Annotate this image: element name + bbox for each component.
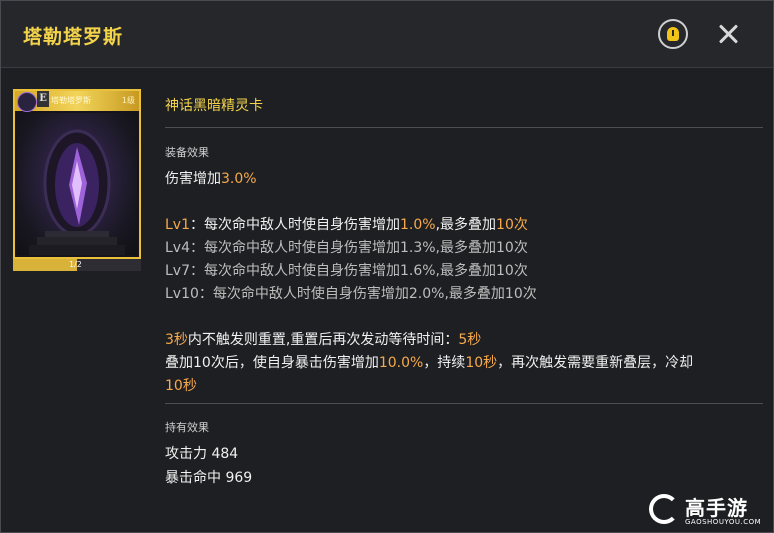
reset-rule: 3秒内不触发则重置,重置后再次发动等待时间：5秒	[165, 329, 481, 349]
card-name: 塔勒塔罗斯	[51, 96, 91, 105]
stack-value: 10.0%	[378, 355, 424, 371]
stack-duration: 10秒	[465, 355, 498, 371]
card-frame: E 塔勒塔罗斯 1级	[13, 89, 141, 259]
lightbulb-hint-icon	[667, 27, 679, 41]
stack-text-b: ，持续	[423, 355, 466, 371]
lv1-text-a: ：每次命中敌人时使自身伤害增加	[190, 217, 400, 233]
wait-seconds: 5秒	[458, 332, 482, 348]
equip-effect-prefix: 伤害增加	[165, 171, 221, 187]
watermark-name: 高手游	[685, 496, 748, 520]
watermark-domain: GAOSHOUYOU.COM	[685, 518, 762, 526]
card-type-title: 神话黑暗精灵卡	[165, 98, 263, 114]
dialog-header: 塔勒塔罗斯	[1, 1, 773, 68]
lv10-effect: Lv10：每次命中敌人时使自身伤害增加2.0%,最多叠加10次	[165, 286, 537, 302]
stack-text-a: 叠加10次后，使自身暴击伤害增加	[165, 355, 379, 371]
card-title-bar: E 塔勒塔罗斯 1级	[15, 91, 139, 112]
card-thumbnail: E 塔勒塔罗斯 1级 1/2	[13, 89, 141, 271]
close-icon[interactable]	[713, 19, 743, 49]
divider-top	[165, 127, 763, 128]
watermark: 高手游 GAOSHOUYOU.COM	[649, 488, 771, 532]
hint-button[interactable]	[658, 19, 688, 49]
equip-effect-line: 伤害增加3.0%	[165, 168, 257, 188]
equip-effect-label: 装备效果	[165, 146, 209, 159]
card-progress: 1/2	[13, 259, 141, 271]
stack-text-c: ，再次触发需要重新叠层，冷却	[497, 355, 694, 371]
card-level: 1级	[121, 96, 135, 105]
gaoshouyou-logo-icon	[649, 494, 679, 524]
reset-text: 内不触发则重置,重置后再次发动等待时间：	[187, 332, 459, 348]
lv1-text-b: ,最多叠加	[435, 217, 497, 233]
cooldown-line: 10秒	[165, 375, 197, 395]
attack-stat: 攻击力 484	[165, 443, 238, 463]
reset-seconds: 3秒	[165, 332, 188, 348]
lv1-value: 1.0%	[400, 217, 436, 233]
equip-effect-value: 3.0%	[221, 171, 257, 187]
lv7-effect: Lv7：每次命中敌人时使自身伤害增加1.6%,最多叠加10次	[165, 263, 528, 279]
card-progress-fill	[13, 259, 77, 271]
card-progress-text: 1/2	[69, 260, 82, 269]
crit-value: 969	[225, 470, 253, 486]
attack-label: 攻击力	[165, 446, 207, 462]
lv1-prefix: Lv1	[165, 217, 190, 233]
card-class-icon	[17, 92, 37, 112]
stack-rule: 叠加10次后，使自身暴击伤害增加10.0%，持续10秒，再次触发需要重新叠层，冷…	[165, 352, 693, 372]
crit-label: 暴击命中	[165, 470, 221, 486]
card-artwork	[17, 113, 137, 255]
card-grade-badge: E	[37, 91, 49, 107]
hold-effect-label: 持有效果	[165, 421, 209, 434]
attack-value: 484	[211, 446, 239, 462]
divider-bottom	[165, 403, 763, 404]
crit-stat: 暴击命中 969	[165, 467, 252, 487]
dark-portal-artwork	[29, 129, 125, 255]
dialog-title: 塔勒塔罗斯	[23, 26, 124, 48]
cooldown-value: 10秒	[165, 378, 197, 394]
dialog-frame: 塔勒塔罗斯 E 塔勒塔罗斯 1级 1/2 神话黑暗精灵卡 装备效果 伤害增加3.…	[0, 0, 774, 533]
lv1-stack: 10次	[496, 217, 528, 233]
lv1-effect: Lv1：每次命中敌人时使自身伤害增加1.0%,最多叠加10次	[165, 214, 528, 234]
lv4-effect: Lv4：每次命中敌人时使自身伤害增加1.3%,最多叠加10次	[165, 240, 528, 256]
